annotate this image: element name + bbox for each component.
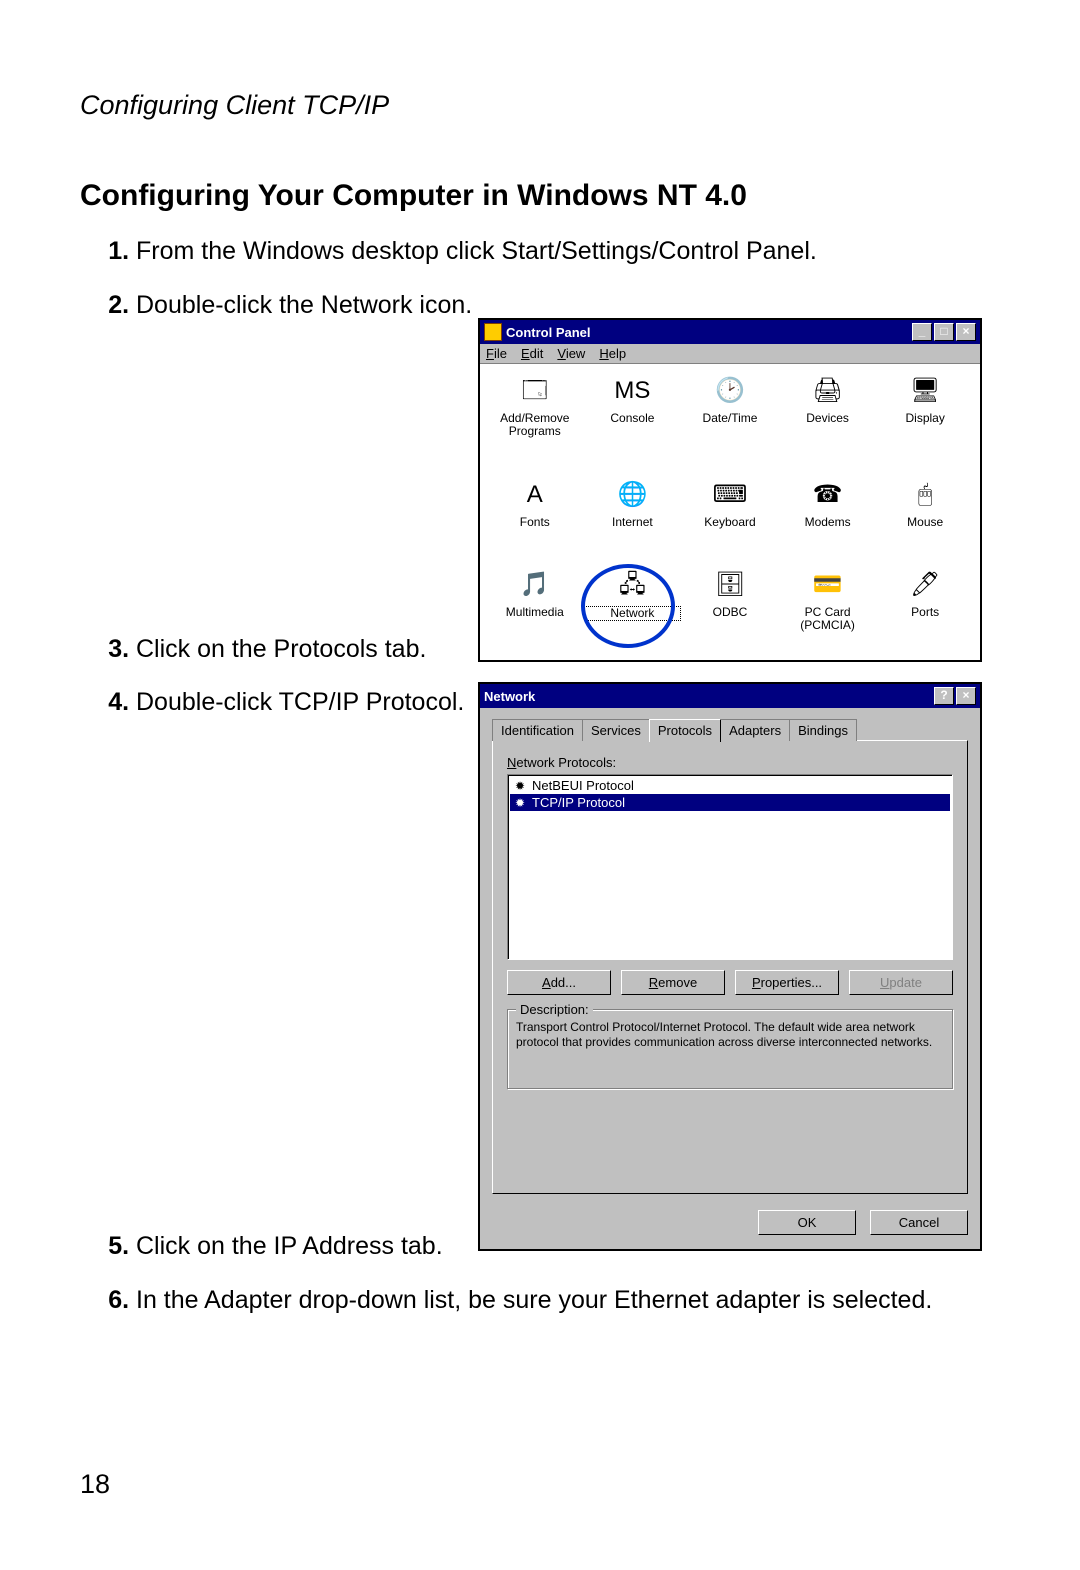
tab-identification[interactable]: Identification bbox=[492, 719, 583, 741]
devices-icon: 🖨 bbox=[809, 374, 847, 408]
tab-adapters[interactable]: Adapters bbox=[720, 719, 790, 741]
cp-item-display[interactable]: 🖥 Display bbox=[876, 374, 974, 460]
menu-edit[interactable]: Edit bbox=[521, 346, 543, 361]
add-icon: 🗔 bbox=[516, 374, 554, 408]
cp-item-pc-card-pcmcia[interactable]: 💳 PC Card (PCMCIA) bbox=[779, 568, 877, 654]
protocols-panel: Network Protocols: ✹ NetBEUI Protocol ✹ TCP… bbox=[492, 740, 968, 1194]
minimize-button[interactable]: _ bbox=[912, 323, 932, 341]
mouse-icon: 🖱 bbox=[906, 478, 944, 512]
cancel-button[interactable]: Cancel bbox=[870, 1210, 968, 1235]
cp-item-internet[interactable]: 🌐 Internet bbox=[584, 478, 682, 551]
control-panel-titlebar[interactable]: Control Panel _ □ × bbox=[480, 320, 980, 344]
cp-item-label: Ports bbox=[876, 606, 974, 619]
cp-item-add-remove-programs[interactable]: 🗔 Add/Remove Programs bbox=[486, 374, 584, 460]
cp-item-label: Date/Time bbox=[681, 412, 779, 425]
cp-item-date-time[interactable]: 🕑 Date/Time bbox=[681, 374, 779, 460]
step-1: From the Windows desktop click Start/Set… bbox=[136, 235, 1000, 269]
cp-item-label: Display bbox=[876, 412, 974, 425]
network-title: Network bbox=[484, 689, 535, 704]
cp-item-label: Devices bbox=[779, 412, 877, 425]
cp-item-label: Network bbox=[584, 606, 682, 621]
cp-item-ports[interactable]: 🖊 Ports bbox=[876, 568, 974, 654]
ports-icon: 🖊 bbox=[906, 568, 944, 602]
close-button[interactable]: × bbox=[956, 323, 976, 341]
network-titlebar[interactable]: Network ? × bbox=[480, 684, 980, 708]
update-button: Update bbox=[849, 970, 953, 995]
protocol-icon: ✹ bbox=[512, 779, 528, 793]
protocol-name: TCP/IP Protocol bbox=[532, 795, 625, 810]
tab-bindings[interactable]: Bindings bbox=[789, 719, 857, 741]
tab-services[interactable]: Services bbox=[582, 719, 650, 741]
description-label: Description: bbox=[516, 1002, 593, 1018]
cp-item-keyboard[interactable]: ⌨ Keyboard bbox=[681, 478, 779, 551]
control-panel-icon bbox=[484, 323, 502, 341]
cp-item-devices[interactable]: 🖨 Devices bbox=[779, 374, 877, 460]
cp-item-label: ODBC bbox=[681, 606, 779, 619]
chapter-title: Configuring Client TCP/IP bbox=[80, 90, 1000, 121]
description-groupbox: Description: Transport Control Protocol/… bbox=[507, 1009, 953, 1089]
menu-view[interactable]: View bbox=[557, 346, 585, 361]
internet-icon: 🌐 bbox=[613, 478, 651, 512]
control-panel-body: 🗔Add/Remove ProgramsMSConsole🕑Date/Time🖨… bbox=[480, 364, 980, 660]
close-button[interactable]: × bbox=[956, 687, 976, 705]
cp-item-label: Add/Remove Programs bbox=[486, 412, 584, 438]
menu-file[interactable]: File bbox=[486, 346, 507, 361]
tab-protocols[interactable]: Protocols bbox=[649, 719, 721, 742]
network-tabs: IdentificationServicesProtocolsAdaptersB… bbox=[492, 718, 968, 741]
console-icon: MS bbox=[613, 374, 651, 408]
protocol-item[interactable]: ✹ TCP/IP Protocol bbox=[510, 794, 950, 811]
ok-button[interactable]: OK bbox=[758, 1210, 856, 1235]
cp-item-console[interactable]: MS Console bbox=[584, 374, 682, 460]
control-panel-menubar: File Edit View Help bbox=[480, 344, 980, 364]
step-6: In the Adapter drop-down list, be sure y… bbox=[136, 1284, 1000, 1318]
protocols-list-label: Network Protocols: bbox=[507, 755, 953, 770]
modems-icon: ☎ bbox=[809, 478, 847, 512]
cp-item-label: Fonts bbox=[486, 516, 584, 529]
properties-button[interactable]: Properties... bbox=[735, 970, 839, 995]
protocol-item[interactable]: ✹ NetBEUI Protocol bbox=[510, 777, 950, 794]
add-button[interactable]: Add... bbox=[507, 970, 611, 995]
cp-item-label: Mouse bbox=[876, 516, 974, 529]
page-number: 18 bbox=[80, 1469, 110, 1500]
protocol-name: NetBEUI Protocol bbox=[532, 778, 634, 793]
odbc-icon: 🗄 bbox=[711, 568, 749, 602]
fonts-icon: A bbox=[516, 478, 554, 512]
protocols-listbox[interactable]: ✹ NetBEUI Protocol ✹ TCP/IP Protocol bbox=[507, 774, 953, 960]
cp-item-network[interactable]: 🖧 Network bbox=[584, 568, 682, 654]
cp-item-label: Multimedia bbox=[486, 606, 584, 619]
display-icon: 🖥 bbox=[906, 374, 944, 408]
cp-item-label: Keyboard bbox=[681, 516, 779, 529]
cp-item-modems[interactable]: ☎ Modems bbox=[779, 478, 877, 551]
cp-item-multimedia[interactable]: 🎵 Multimedia bbox=[486, 568, 584, 654]
control-panel-window: Control Panel _ □ × File Edit View Help … bbox=[478, 318, 982, 662]
maximize-button[interactable]: □ bbox=[934, 323, 954, 341]
description-text: Transport Control Protocol/Internet Prot… bbox=[516, 1020, 932, 1049]
cp-item-label: PC Card (PCMCIA) bbox=[779, 606, 877, 632]
cp-item-mouse[interactable]: 🖱 Mouse bbox=[876, 478, 974, 551]
remove-button[interactable]: Remove bbox=[621, 970, 725, 995]
help-button[interactable]: ? bbox=[934, 687, 954, 705]
cp-item-label: Internet bbox=[584, 516, 682, 529]
section-title: Configuring Your Computer in Windows NT … bbox=[80, 179, 1000, 213]
date-icon: 🕑 bbox=[711, 374, 749, 408]
cp-item-fonts[interactable]: A Fonts bbox=[486, 478, 584, 551]
cp-item-label: Modems bbox=[779, 516, 877, 529]
control-panel-title: Control Panel bbox=[506, 325, 591, 340]
protocol-icon: ✹ bbox=[512, 796, 528, 810]
network-dialog: Network ? × IdentificationServicesProtoc… bbox=[478, 682, 982, 1251]
keyboard-icon: ⌨ bbox=[711, 478, 749, 512]
menu-help[interactable]: Help bbox=[599, 346, 626, 361]
pc-icon: 💳 bbox=[809, 568, 847, 602]
cp-item-odbc[interactable]: 🗄 ODBC bbox=[681, 568, 779, 654]
cp-item-label: Console bbox=[584, 412, 682, 425]
network-icon: 🖧 bbox=[613, 568, 651, 602]
multimedia-icon: 🎵 bbox=[516, 568, 554, 602]
